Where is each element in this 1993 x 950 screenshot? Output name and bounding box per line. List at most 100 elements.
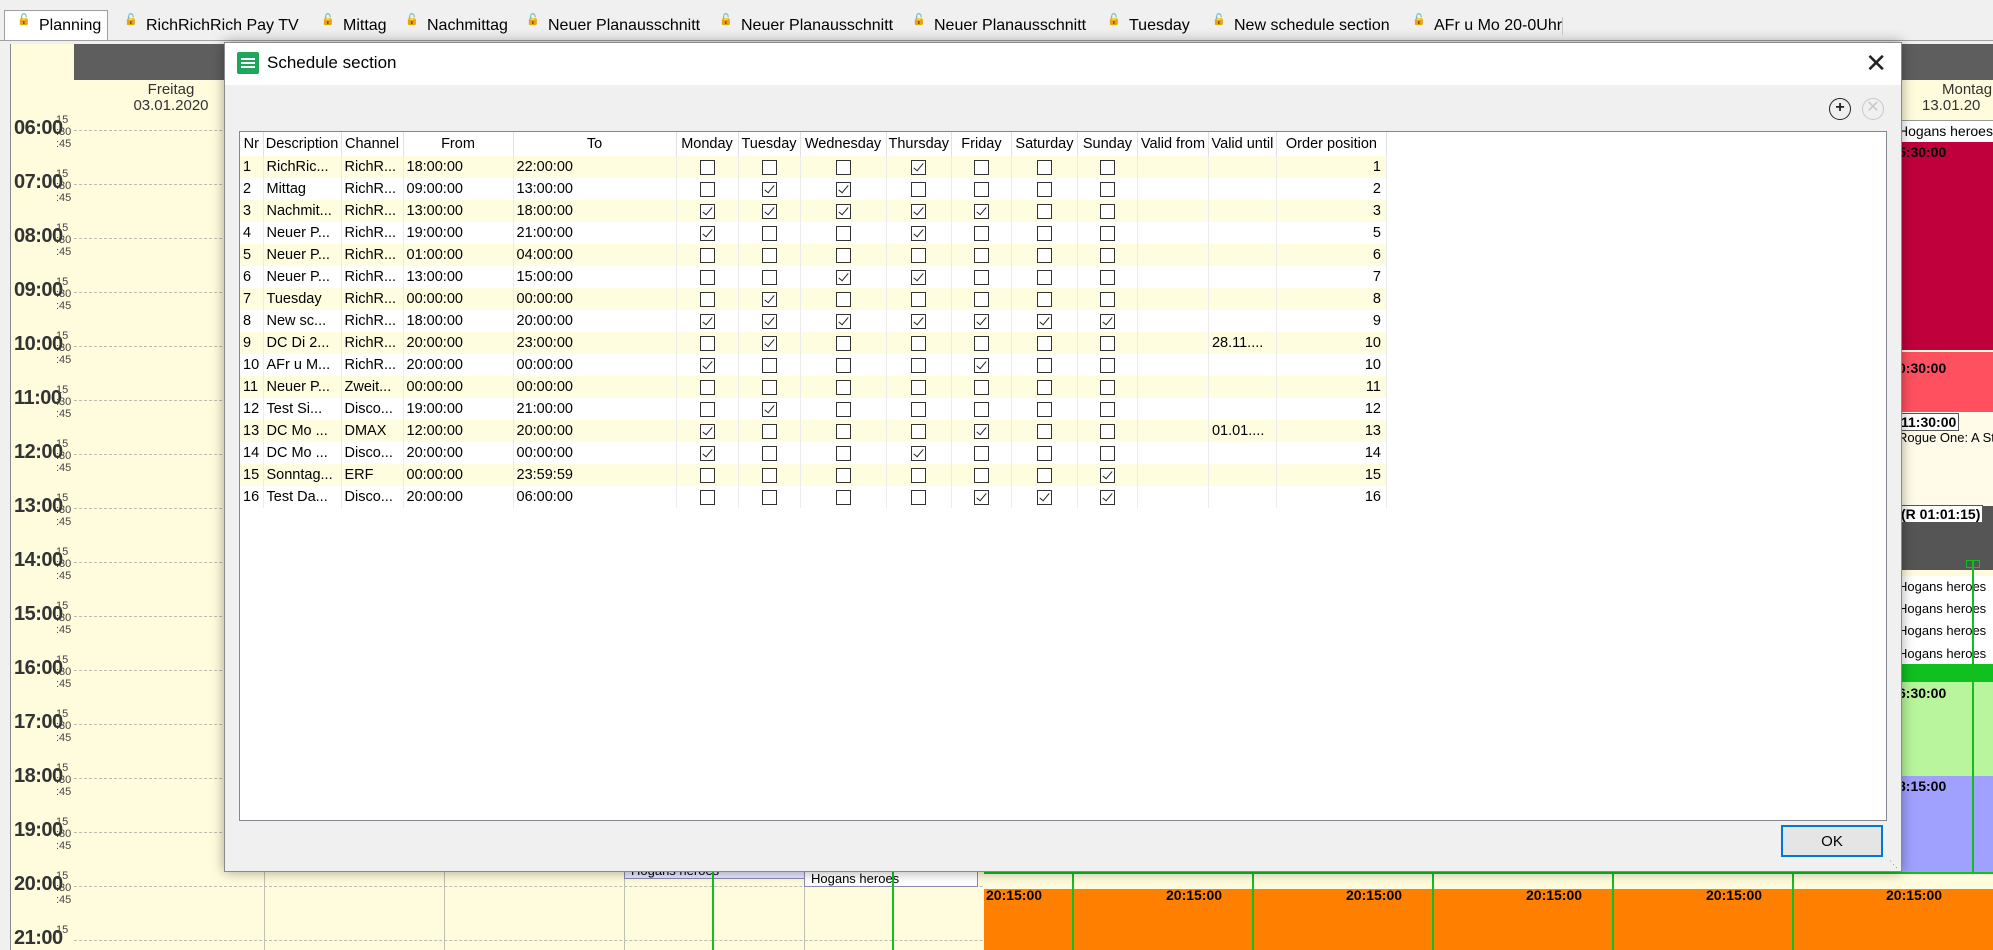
cell-saturday[interactable] — [1011, 266, 1078, 288]
cell-order-position[interactable]: 5 — [1276, 222, 1387, 244]
cell-description[interactable]: Mittag — [263, 178, 342, 200]
cell-sunday[interactable] — [1077, 178, 1138, 200]
cell-nr[interactable]: 16 — [240, 486, 264, 508]
thursday-checkbox[interactable] — [911, 247, 927, 263]
cell-friday[interactable] — [951, 156, 1012, 178]
cell-channel[interactable]: RichR... — [341, 354, 404, 376]
tuesday-checkbox[interactable] — [761, 313, 777, 329]
cell-monday[interactable] — [676, 222, 739, 244]
wednesday-checkbox[interactable] — [835, 335, 851, 351]
cell-description[interactable]: RichRic... — [263, 156, 342, 178]
thursday-checkbox[interactable] — [911, 313, 927, 329]
cell-from[interactable]: 12:00:00 — [403, 420, 514, 442]
cell-wednesday[interactable] — [800, 442, 887, 464]
cell-wednesday[interactable] — [800, 244, 887, 266]
cell-nr[interactable]: 14 — [240, 442, 264, 464]
cell-wednesday[interactable] — [800, 222, 887, 244]
cell-sunday[interactable] — [1077, 464, 1138, 486]
saturday-checkbox[interactable] — [1036, 423, 1052, 439]
cell-monday[interactable] — [676, 464, 739, 486]
cell-order-position[interactable]: 3 — [1276, 200, 1387, 222]
cell-tuesday[interactable] — [738, 486, 801, 508]
friday-checkbox[interactable] — [973, 291, 989, 307]
friday-checkbox[interactable] — [973, 159, 989, 175]
sunday-checkbox[interactable] — [1099, 467, 1115, 483]
cell-order-position[interactable]: 7 — [1276, 266, 1387, 288]
cell-to[interactable]: 20:00:00 — [513, 420, 677, 442]
monday-checkbox[interactable] — [699, 335, 715, 351]
saturday-checkbox[interactable] — [1036, 489, 1052, 505]
friday-checkbox[interactable] — [973, 225, 989, 241]
cell-order-position[interactable]: 15 — [1276, 464, 1387, 486]
cell-wednesday[interactable] — [800, 420, 887, 442]
cell-wednesday[interactable] — [800, 354, 887, 376]
cell-from[interactable]: 13:00:00 — [403, 200, 514, 222]
cell-channel[interactable]: RichR... — [341, 156, 404, 178]
table-row[interactable]: 1 RichRic... RichR... 18:00:00 22:00:00 1 — [240, 156, 1387, 178]
tuesday-checkbox[interactable] — [761, 357, 777, 373]
cell-order-position[interactable]: 11 — [1276, 376, 1387, 398]
cell-nr[interactable]: 12 — [240, 398, 264, 420]
cell-nr[interactable]: 10 — [240, 354, 264, 376]
cell-friday[interactable] — [951, 310, 1012, 332]
saturday-checkbox[interactable] — [1036, 401, 1052, 417]
monday-checkbox[interactable] — [699, 203, 715, 219]
wednesday-checkbox[interactable] — [835, 181, 851, 197]
sunday-checkbox[interactable] — [1099, 357, 1115, 373]
cell-sunday[interactable] — [1077, 200, 1138, 222]
cell-nr[interactable]: 11 — [240, 376, 264, 398]
cell-friday[interactable] — [951, 288, 1012, 310]
cell-to[interactable]: 00:00:00 — [513, 442, 677, 464]
cell-from[interactable]: 19:00:00 — [403, 398, 514, 420]
cell-wednesday[interactable] — [800, 178, 887, 200]
friday-checkbox[interactable] — [973, 423, 989, 439]
cell-order-position[interactable]: 13 — [1276, 420, 1387, 442]
monday-checkbox[interactable] — [699, 159, 715, 175]
cell-order-position[interactable]: 14 — [1276, 442, 1387, 464]
tab-tuesday[interactable]: 🔓 Tuesday — [1095, 12, 1190, 39]
cell-to[interactable]: 23:59:59 — [513, 464, 677, 486]
cell-tuesday[interactable] — [738, 288, 801, 310]
cell-nr[interactable]: 6 — [240, 266, 264, 288]
wednesday-checkbox[interactable] — [835, 247, 851, 263]
tuesday-checkbox[interactable] — [761, 401, 777, 417]
table-row[interactable]: 15 Sonntag... ERF 00:00:00 23:59:59 15 — [240, 464, 1387, 486]
cell-to[interactable]: 21:00:00 — [513, 398, 677, 420]
cell-to[interactable]: 20:00:00 — [513, 310, 677, 332]
tab-new-schedule-section[interactable]: 🔓 New schedule section — [1200, 12, 1390, 39]
cell-thursday[interactable] — [886, 398, 952, 420]
cell-nr[interactable]: 1 — [240, 156, 264, 178]
cell-thursday[interactable] — [886, 200, 952, 222]
friday-checkbox[interactable] — [973, 401, 989, 417]
x-circle-icon[interactable]: ✕ — [1862, 98, 1884, 120]
monday-checkbox[interactable] — [699, 467, 715, 483]
sunday-checkbox[interactable] — [1099, 159, 1115, 175]
col-header-to[interactable]: To — [513, 132, 677, 156]
cell-to[interactable]: 13:00:00 — [513, 178, 677, 200]
tab-neuer-planausschnitt-3[interactable]: 🔓 Neuer Planausschnitt — [900, 12, 1086, 39]
sunday-checkbox[interactable] — [1099, 489, 1115, 505]
tuesday-checkbox[interactable] — [761, 203, 777, 219]
saturday-checkbox[interactable] — [1036, 225, 1052, 241]
cell-saturday[interactable] — [1011, 244, 1078, 266]
cell-from[interactable]: 20:00:00 — [403, 442, 514, 464]
cell-sunday[interactable] — [1077, 486, 1138, 508]
cell-nr[interactable]: 2 — [240, 178, 264, 200]
cell-sunday[interactable] — [1077, 310, 1138, 332]
col-header-channel[interactable]: Channel — [341, 132, 404, 156]
cell-saturday[interactable] — [1011, 200, 1078, 222]
cell-valid-until[interactable]: 28.11.... — [1208, 332, 1277, 354]
sunday-checkbox[interactable] — [1099, 269, 1115, 285]
table-row[interactable]: 2 Mittag RichR... 09:00:00 13:00:00 2 — [240, 178, 1387, 200]
cell-valid-until[interactable] — [1208, 442, 1277, 464]
thursday-checkbox[interactable] — [911, 445, 927, 461]
tab-mittag[interactable]: 🔓 Mittag — [309, 12, 387, 39]
cell-valid-from[interactable] — [1137, 200, 1209, 222]
cell-channel[interactable]: RichR... — [341, 288, 404, 310]
cell-monday[interactable] — [676, 178, 739, 200]
cell-valid-from[interactable] — [1137, 398, 1209, 420]
wednesday-checkbox[interactable] — [835, 159, 851, 175]
cell-wednesday[interactable] — [800, 464, 887, 486]
tuesday-checkbox[interactable] — [761, 225, 777, 241]
saturday-checkbox[interactable] — [1036, 445, 1052, 461]
